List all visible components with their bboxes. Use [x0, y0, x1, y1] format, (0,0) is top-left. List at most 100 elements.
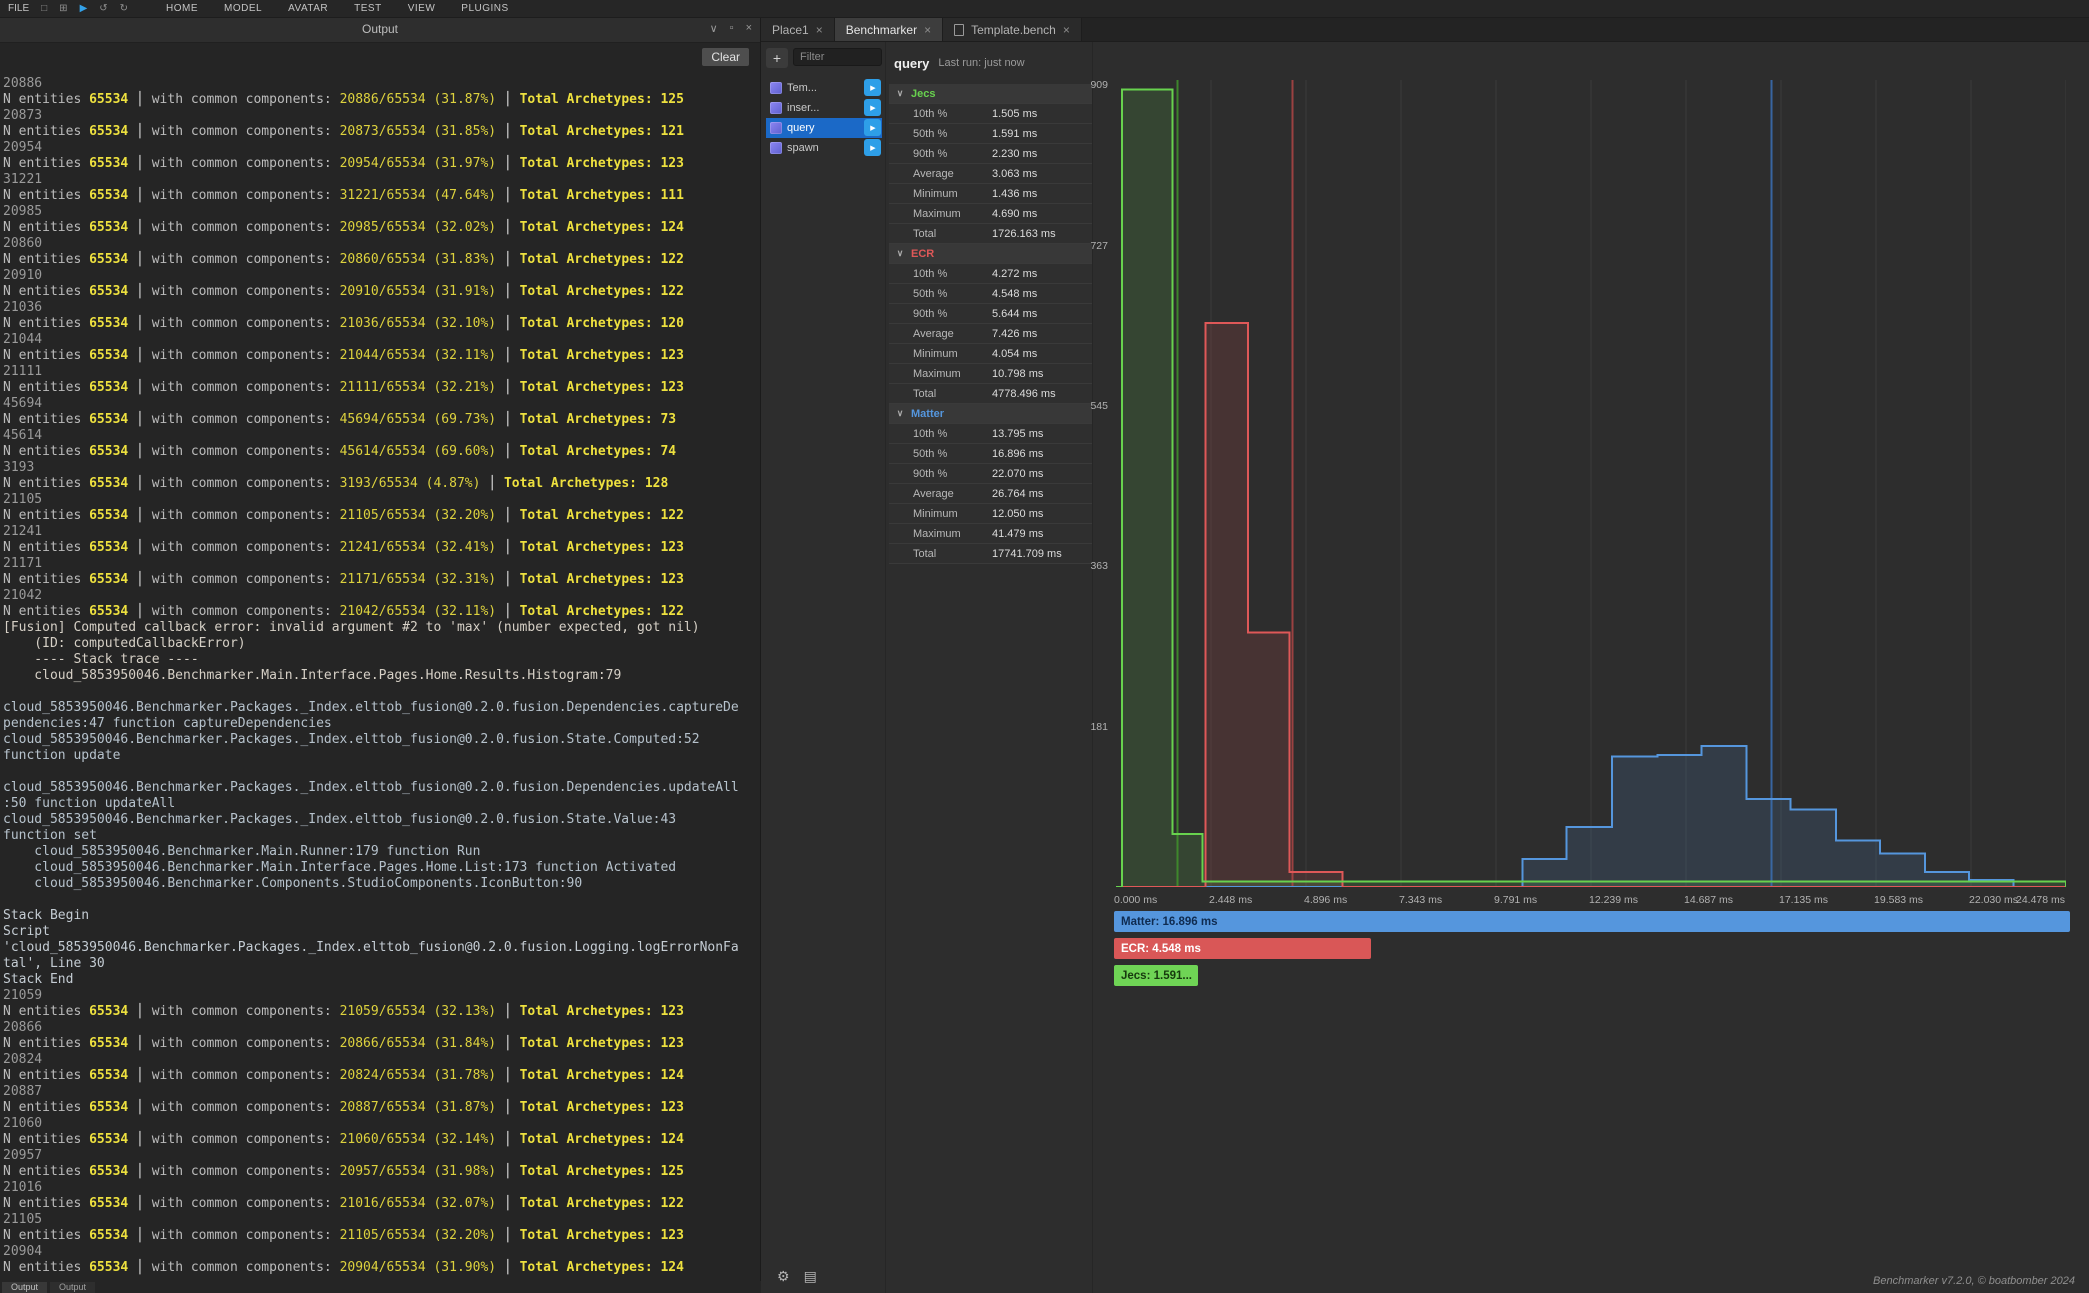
stat-value: 4.548 ms — [992, 288, 1037, 300]
console-line: N entities 65534 │ with common component… — [3, 380, 760, 396]
settings-gear-icon[interactable]: ⚙ — [777, 1268, 790, 1285]
benchmark-item-query[interactable]: query ▶ — [766, 118, 882, 138]
chevron-down-icon[interactable]: ∨ — [710, 22, 718, 35]
play-icon[interactable]: ▶ — [80, 3, 88, 14]
float-window-icon[interactable]: ▫ — [730, 22, 734, 35]
console-text: Total Archetypes: 125 — [520, 92, 684, 107]
console-line: 20985 — [3, 204, 760, 220]
modulescript-icon — [770, 82, 782, 94]
menu-plugins[interactable]: PLUGINS — [461, 3, 508, 14]
legend-bar-matter[interactable]: Matter: 16.896 ms — [1114, 911, 2070, 932]
run-benchmark-button[interactable]: ▶ — [864, 119, 881, 136]
modulescript-icon — [770, 122, 782, 134]
run-benchmark-button[interactable]: ▶ — [864, 99, 881, 116]
console-line: 20873 — [3, 108, 760, 124]
console-text: N entities — [3, 1196, 89, 1211]
legend-bar-jecs[interactable]: Jecs: 1.591... — [1114, 965, 1198, 986]
tab-label: Place1 — [772, 23, 809, 37]
stat-label: 10th % — [889, 108, 992, 120]
console-text: │ — [496, 1260, 519, 1275]
stats-section-header-ecr[interactable]: ∨ECR — [889, 244, 1092, 264]
console-text: N entities — [3, 252, 89, 267]
menu-home[interactable]: HOME — [166, 3, 198, 14]
tab-templatebench[interactable]: Template.bench× — [943, 18, 1082, 41]
console-text: │ — [128, 188, 151, 203]
console-text: │ — [128, 1004, 151, 1019]
output-titlebar[interactable]: Output ∨ ▫ × — [0, 18, 760, 43]
menu-avatar[interactable]: AVATAR — [288, 3, 328, 14]
console-line: N entities 65534 │ with common component… — [3, 1164, 760, 1180]
console-text: 65534 — [89, 316, 128, 331]
chart-legend: Matter: 16.896 ms ECR: 4.548 ms Jecs: 1.59… — [1114, 911, 2070, 992]
clear-output-button[interactable]: Clear — [702, 48, 749, 66]
close-icon[interactable]: × — [746, 22, 752, 35]
console-line: cloud_5853950046.Benchmarker.Main.Runner… — [3, 844, 760, 860]
console-text: │ — [496, 188, 519, 203]
x-tick-label: 12.239 ms — [1589, 894, 1638, 906]
tab-close-icon[interactable]: × — [816, 23, 823, 37]
tab-place1[interactable]: Place1 × — [761, 18, 835, 41]
stats-section-header-matter[interactable]: ∨Matter — [889, 404, 1092, 424]
stat-label: 90th % — [889, 468, 992, 480]
console-line: N entities 65534 │ with common component… — [3, 540, 760, 556]
x-tick-label: 19.583 ms — [1874, 894, 1923, 906]
console-text: N entities — [3, 284, 89, 299]
undo-icon[interactable]: ↺ — [99, 3, 107, 14]
stat-label: Maximum — [889, 208, 992, 220]
console-text: with common components: — [152, 540, 340, 555]
stat-value: 1.505 ms — [992, 108, 1037, 120]
menu-model[interactable]: MODEL — [224, 3, 262, 14]
benchmark-item-tem[interactable]: Tem...▶ — [766, 78, 882, 98]
menu-test[interactable]: TEST — [354, 3, 382, 14]
docked-tab-output[interactable]: Output — [2, 1282, 47, 1293]
add-benchmark-button[interactable]: + — [766, 48, 788, 68]
benchmark-item-label: query — [787, 122, 815, 134]
tab-close-icon[interactable]: × — [924, 23, 931, 37]
menu-view[interactable]: VIEW — [408, 3, 436, 14]
console-text: Total Archetypes: 123 — [520, 1004, 684, 1019]
console-text: 65534 — [89, 476, 128, 491]
console-text: │ — [128, 380, 151, 395]
tab-close-icon[interactable]: × — [1063, 23, 1070, 37]
console-text: │ — [128, 92, 151, 107]
run-benchmark-button[interactable]: ▶ — [864, 79, 881, 96]
console-line: N entities 65534 │ with common component… — [3, 188, 760, 204]
run-benchmark-button[interactable]: ▶ — [864, 139, 881, 156]
console-text: │ — [496, 348, 519, 363]
console-text: N entities — [3, 444, 89, 459]
console-line: (ID: computedCallbackError) — [3, 636, 760, 652]
tab-benchmarker[interactable]: Benchmarker × — [835, 18, 943, 41]
stat-label: Average — [889, 328, 992, 340]
output-console[interactable]: 20886N entities 65534 │ with common comp… — [0, 42, 760, 1281]
report-icon[interactable]: ▤ — [804, 1268, 817, 1285]
console-text: 65534 — [89, 92, 128, 107]
console-text: 21171/65534 (32.31%) — [340, 572, 497, 587]
stats-row: Maximum41.479 ms — [889, 524, 1092, 544]
console-line: Script — [3, 924, 760, 940]
stats-row: Total4778.496 ms — [889, 384, 1092, 404]
legend-bar-ecr[interactable]: ECR: 4.548 ms — [1114, 938, 1371, 959]
new-file-icon[interactable]: □ — [41, 3, 47, 14]
stat-value: 17741.709 ms — [992, 548, 1062, 560]
x-tick-label: 24.478 ms — [2016, 894, 2065, 906]
tab-label: Benchmarker — [846, 23, 917, 37]
stat-label: 50th % — [889, 128, 992, 140]
open-file-icon[interactable]: ⊞ — [59, 3, 67, 14]
console-line: 20866 — [3, 1020, 760, 1036]
console-line: 20954 — [3, 140, 760, 156]
file-menu[interactable]: FILE — [8, 3, 29, 14]
redo-icon[interactable]: ↻ — [120, 3, 128, 14]
console-text: │ — [496, 92, 519, 107]
benchmark-item-inser[interactable]: inser...▶ — [766, 98, 882, 118]
docked-tab-output[interactable]: Output — [50, 1282, 95, 1293]
top-menu-bar: FILE □ ⊞ ▶ ↺ ↻ HOME MODEL AVATAR TEST VIEW PL… — [0, 0, 2089, 18]
console-text: 20860/65534 (31.83%) — [340, 252, 497, 267]
console-text: Total Archetypes: 123 — [520, 540, 684, 555]
play-icon: ▶ — [870, 104, 875, 112]
console-line: N entities 65534 │ with common component… — [3, 1100, 760, 1116]
stats-section-header-jecs[interactable]: ∨Jecs — [889, 84, 1092, 104]
filter-input[interactable] — [793, 48, 882, 66]
console-line: function update — [3, 748, 760, 764]
console-text: │ — [128, 316, 151, 331]
benchmark-item-spawn[interactable]: spawn▶ — [766, 138, 882, 158]
